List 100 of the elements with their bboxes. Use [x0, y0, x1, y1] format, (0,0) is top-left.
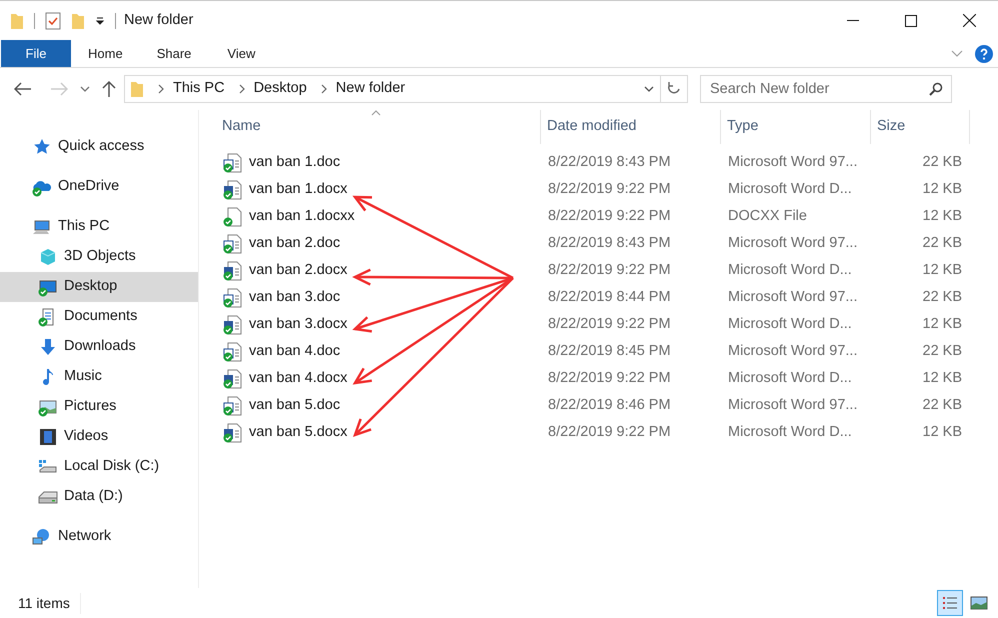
table-cell-text: 8/22/2019 9:22 PM	[547, 260, 672, 280]
ribbon-tab[interactable]: File	[1, 40, 71, 67]
word-document-icon	[223, 288, 243, 308]
table-cell-text: Microsoft Word D...	[727, 180, 853, 199]
sidebar-item[interactable]: Data (D:)	[0, 482, 198, 512]
table-cell-text: 22 KB	[922, 342, 963, 361]
sidebar-item[interactable]: 3D Objects	[0, 242, 198, 272]
file-name[interactable]: van ban 4.docx	[249, 368, 348, 390]
table-cell-text: 12 KB	[922, 368, 963, 388]
up-arrow-icon[interactable]	[102, 80, 116, 98]
table-cell-text: Microsoft Word D...	[727, 314, 853, 334]
table-cell-text: 12 KB	[922, 314, 963, 334]
item-count: 11 items	[0, 592, 81, 614]
breadcrumb[interactable]: This PC	[173, 78, 225, 100]
ribbon-tab[interactable]: Home	[71, 40, 140, 67]
table-cell-text: DOCXX File	[727, 206, 808, 226]
table-cell-text: Microsoft Word D...	[727, 422, 853, 442]
table-cell-text: 8/22/2019 9:22 PM	[547, 368, 672, 388]
table-cell-text: 8/22/2019 9:22 PM	[547, 206, 672, 226]
details-list-icon	[941, 595, 959, 611]
table-cell-text: 8/22/2019 9:22 PM	[547, 422, 672, 442]
table-cell-text: 12 KB	[922, 206, 963, 226]
table-cell-text: 8/22/2019 8:45 PM	[547, 342, 672, 361]
network-globe-icon	[32, 527, 52, 547]
maximize-icon	[905, 14, 917, 26]
breadcrumb[interactable]: Desktop	[254, 78, 307, 100]
sidebar-item[interactable]: Network	[0, 522, 198, 552]
table-cell-text: 12 KB	[922, 422, 963, 442]
file-name[interactable]: van ban 3.docx	[249, 314, 348, 336]
minimize-icon	[847, 20, 859, 22]
address-field[interactable]: This PC Desktop New folder	[124, 75, 688, 103]
table-cell-text: Microsoft Word D...	[727, 260, 853, 280]
sidebar-item[interactable]: OneDrive	[0, 172, 198, 202]
chevron-right-icon[interactable]	[320, 84, 328, 94]
file-name[interactable]: van ban 1.doc	[249, 152, 340, 174]
sidebar-item[interactable]: Videos	[0, 422, 198, 452]
ribbon-tab[interactable]: Share	[140, 40, 208, 67]
file-name[interactable]: van ban 1.docx	[249, 178, 348, 200]
file-name[interactable]: van ban 5.doc	[249, 394, 340, 416]
table-cell-text: Microsoft Word 97...	[727, 342, 858, 361]
word-document-icon	[223, 152, 243, 172]
word-document-icon	[223, 396, 243, 416]
file-name[interactable]: van ban 5.docx	[249, 422, 348, 444]
checklist-icon[interactable]	[45, 12, 61, 30]
film-strip-icon	[38, 427, 58, 447]
word-document-icon	[223, 234, 243, 254]
sidebar-item[interactable]: Quick access	[0, 132, 198, 162]
word-document-icon	[223, 368, 243, 388]
file-name[interactable]: van ban 4.doc	[249, 340, 340, 362]
chevron-down-icon[interactable]	[644, 86, 654, 92]
customize-dropdown-icon[interactable]	[95, 16, 105, 26]
table-cell-text: 22 KB	[922, 396, 963, 415]
table-cell-text: 12 KB	[922, 260, 963, 280]
file-name[interactable]: van ban 2.docx	[249, 260, 348, 282]
table-cell-text: Microsoft Word D...	[727, 368, 853, 388]
file-name[interactable]: van ban 3.doc	[249, 286, 340, 308]
file-name[interactable]: van ban 2.doc	[249, 232, 340, 254]
column-header[interactable]: Name	[216, 110, 540, 144]
chevron-down-icon[interactable]	[80, 86, 90, 92]
sidebar-item[interactable]: Documents	[0, 302, 198, 332]
chevron-right-icon[interactable]	[238, 84, 246, 94]
ribbon-tab[interactable]: View	[208, 40, 274, 67]
back-arrow-icon[interactable]	[14, 82, 32, 96]
folder-icon	[130, 80, 144, 98]
sidebar-item[interactable]: This PC	[0, 212, 198, 242]
table-cell-text: Microsoft Word 97...	[727, 396, 858, 415]
table-cell-text: 22 KB	[922, 288, 963, 307]
document-icon	[223, 206, 243, 226]
table-cell-text: 8/22/2019 8:43 PM	[547, 152, 672, 172]
file-name[interactable]: van ban 1.docxx	[249, 206, 355, 228]
word-document-icon	[223, 314, 243, 334]
chevron-right-icon[interactable]	[158, 84, 165, 94]
table-cell-text: 8/22/2019 8:44 PM	[547, 288, 672, 307]
sidebar-item[interactable]: Local Disk (C:)	[0, 452, 198, 482]
table-cell-text: 22 KB	[922, 234, 963, 253]
sidebar-item[interactable]: Music	[0, 362, 198, 392]
details-view-button[interactable]	[937, 590, 963, 616]
sidebar-item[interactable]: Desktop	[0, 272, 198, 302]
close-icon	[962, 14, 976, 27]
table-cell-text: 12 KB	[922, 180, 963, 199]
help-icon[interactable]	[975, 44, 993, 62]
search-field[interactable]: Search New folder	[700, 75, 952, 103]
table-cell-text: Microsoft Word 97...	[727, 234, 858, 253]
download-arrow-icon	[38, 337, 58, 357]
column-header[interactable]: Size	[870, 110, 970, 144]
table-cell-text: 8/22/2019 8:46 PM	[547, 396, 672, 415]
window-title: New folder	[124, 10, 194, 30]
sort-caret-icon	[371, 110, 381, 116]
sidebar-item[interactable]: Downloads	[0, 332, 198, 362]
word-document-icon	[223, 180, 243, 200]
sidebar-item[interactable]: Pictures	[0, 392, 198, 422]
breadcrumb[interactable]: New folder	[336, 78, 406, 100]
column-header[interactable]: Date modified	[540, 110, 720, 144]
column-header[interactable]: Type	[720, 110, 870, 144]
table-cell-text: Microsoft Word 97...	[727, 288, 858, 307]
word-document-icon	[223, 422, 243, 442]
cube-icon	[38, 247, 58, 267]
table-cell-text: 8/22/2019 8:43 PM	[547, 234, 672, 253]
picture-icon	[970, 596, 988, 610]
word-document-icon	[223, 342, 243, 362]
